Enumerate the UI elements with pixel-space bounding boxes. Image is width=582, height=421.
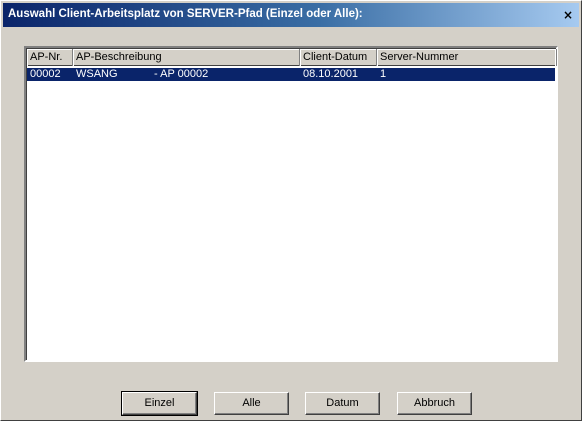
- cell-server-nummer: 1: [380, 68, 387, 80]
- column-header-client-datum[interactable]: Client-Datum: [300, 49, 377, 66]
- datum-button[interactable]: Datum: [305, 392, 380, 415]
- window-title: Auswahl Client-Arbeitsplatz von SERVER-P…: [8, 8, 363, 20]
- column-header-ap-beschreibung[interactable]: AP-Beschreibung: [73, 49, 300, 66]
- client-list[interactable]: AP-Nr. AP-Beschreibung Client-Datum Serv…: [24, 46, 558, 362]
- title-bar[interactable]: Auswahl Client-Arbeitsplatz von SERVER-P…: [3, 3, 579, 27]
- close-icon[interactable]: ×: [561, 8, 575, 22]
- cell-ap-label: - AP 00002: [154, 68, 209, 80]
- alle-button[interactable]: Alle: [214, 392, 289, 415]
- cell-ap-nr: 00002: [30, 68, 61, 80]
- cell-client-datum: 08.10.2001: [303, 68, 359, 80]
- column-header-ap-nr[interactable]: AP-Nr.: [27, 49, 73, 66]
- abbruch-button[interactable]: Abbruch: [397, 392, 472, 415]
- list-header: AP-Nr. AP-Beschreibung Client-Datum Serv…: [27, 49, 557, 66]
- dialog-window: Auswahl Client-Arbeitsplatz von SERVER-P…: [0, 0, 582, 421]
- list-rows: 00002 WSANG - AP 00002 08.10.2001 1: [27, 67, 555, 359]
- table-row[interactable]: 00002 WSANG - AP 00002 08.10.2001 1: [27, 68, 555, 81]
- einzel-button[interactable]: Einzel: [121, 391, 198, 416]
- column-header-server-nummer[interactable]: Server-Nummer: [377, 49, 557, 66]
- cell-beschreibung: WSANG: [76, 68, 118, 80]
